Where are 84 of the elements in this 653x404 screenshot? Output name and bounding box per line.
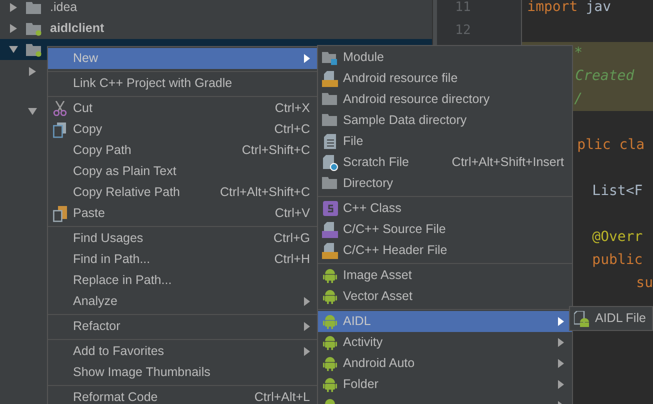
android-icon: [323, 314, 337, 329]
menu-item[interactable]: Cut Ctrl+X: [48, 98, 318, 119]
code-token: @Overr: [592, 228, 643, 247]
code-token: public: [592, 251, 643, 270]
android-icon: [323, 377, 337, 392]
paste-icon: [53, 206, 67, 222]
code-token: /: [574, 90, 583, 109]
menu-item[interactable]: Copy Ctrl+C: [48, 119, 318, 140]
menu-item[interactable]: C/C++ Source File: [318, 219, 572, 240]
menu-item[interactable]: Module: [318, 47, 572, 68]
module-folder-icon: [322, 50, 338, 64]
module-folder-icon: [26, 42, 42, 56]
menu-item[interactable]: Copy as Plain Text: [48, 161, 318, 182]
menu-item[interactable]: AIDL File: [570, 308, 652, 329]
code-token: su: [636, 274, 653, 293]
menu-item[interactable]: Add to Favorites: [48, 341, 318, 362]
menu-item[interactable]: Refactor: [48, 316, 318, 337]
android-file-icon: [574, 310, 590, 326]
tree-label: .idea: [50, 0, 78, 16]
menu-item[interactable]: Scratch File Ctrl+Alt+Shift+Insert: [318, 152, 572, 173]
menu-item[interactable]: Android resource directory: [318, 89, 572, 110]
expand-arrow-icon[interactable]: [28, 67, 37, 76]
menu-item[interactable]: Find in Path... Ctrl+H: [48, 249, 318, 270]
android-icon: [323, 356, 337, 371]
header-file-icon: [322, 242, 338, 258]
menu-item[interactable]: Sample Data directory: [318, 110, 572, 131]
scratch-file-icon: [322, 154, 338, 170]
menu-item[interactable]: Analyze: [48, 291, 318, 312]
source-file-icon: [322, 222, 338, 238]
menu-item[interactable]: Paste Ctrl+V: [48, 203, 318, 224]
class-icon: [322, 201, 338, 216]
android-icon: [323, 335, 337, 350]
menu-item[interactable]: Copy Path Ctrl+Shift+C: [48, 140, 318, 161]
menu-item[interactable]: New: [48, 48, 318, 69]
menu-item[interactable]: C++ Class: [318, 198, 572, 219]
tree-row[interactable]: aidlclient: [0, 18, 432, 39]
menu-item[interactable]: Find Usages Ctrl+G: [48, 228, 318, 249]
shortcut-label: Ctrl+C: [274, 121, 310, 138]
shortcut-label: Ctrl+Shift+C: [242, 142, 310, 160]
menu-item[interactable]: Activity: [318, 332, 572, 353]
menu-item[interactable]: C/C++ Header File: [318, 240, 572, 261]
menu-item[interactable]: Link C++ Project with Gradle: [48, 73, 318, 94]
menu-item[interactable]: AIDL: [318, 311, 572, 332]
android-icon: [323, 268, 337, 283]
code-token: plic cla: [577, 136, 645, 155]
shortcut-label: Ctrl+Alt+L: [254, 389, 310, 404]
menu-item[interactable]: Directory: [318, 173, 572, 194]
menu-item[interactable]: Reformat Code Ctrl+Alt+L: [48, 387, 318, 404]
menu-item[interactable]: Copy Relative Path Ctrl+Alt+Shift+C: [48, 182, 318, 203]
folder-icon: [322, 93, 338, 106]
tree-label: aidlclient: [50, 20, 104, 38]
menu-item[interactable]: Android resource file: [318, 68, 572, 89]
expand-arrow-icon[interactable]: [9, 3, 18, 12]
shortcut-label: Ctrl+Alt+Shift+C: [220, 184, 310, 202]
shortcut-label: Ctrl+H: [274, 251, 310, 268]
menu-item[interactable]: Show Image Thumbnails: [48, 362, 318, 383]
code-token: import: [527, 0, 578, 17]
menu-item[interactable]: Replace in Path...: [48, 270, 318, 291]
shortcut-label: Ctrl+X: [274, 100, 310, 118]
folder-icon: [322, 177, 338, 190]
file-icon: [324, 134, 336, 149]
tree-row[interactable]: .idea: [0, 0, 432, 18]
code-token: List<F: [592, 182, 643, 201]
resource-file-icon: [322, 70, 338, 86]
menu-item[interactable]: Android Auto: [318, 353, 572, 374]
shortcut-label: Ctrl+G: [274, 230, 310, 248]
android-icon: [323, 289, 337, 304]
copy-icon: [53, 122, 67, 138]
menu-item[interactable]: Image Asset: [318, 265, 572, 286]
shortcut-label: Ctrl+Alt+Shift+Insert: [452, 154, 564, 172]
menu-item[interactable]: Folder: [318, 374, 572, 395]
code-token: jav: [586, 0, 612, 17]
shortcut-label: Ctrl+V: [274, 205, 310, 222]
scissors-icon: [53, 101, 67, 116]
collapse-arrow-icon[interactable]: [28, 107, 37, 116]
folder-icon: [322, 114, 338, 127]
code-token: Created: [575, 67, 634, 86]
code-token: *: [574, 44, 583, 63]
expand-arrow-icon[interactable]: [9, 24, 18, 33]
folder-icon: [26, 0, 42, 14]
menu-item[interactable]: File: [318, 131, 572, 152]
module-folder-icon: [26, 22, 42, 36]
menu-item[interactable]: Vector Asset: [318, 286, 572, 307]
collapse-arrow-icon[interactable]: [9, 45, 18, 54]
